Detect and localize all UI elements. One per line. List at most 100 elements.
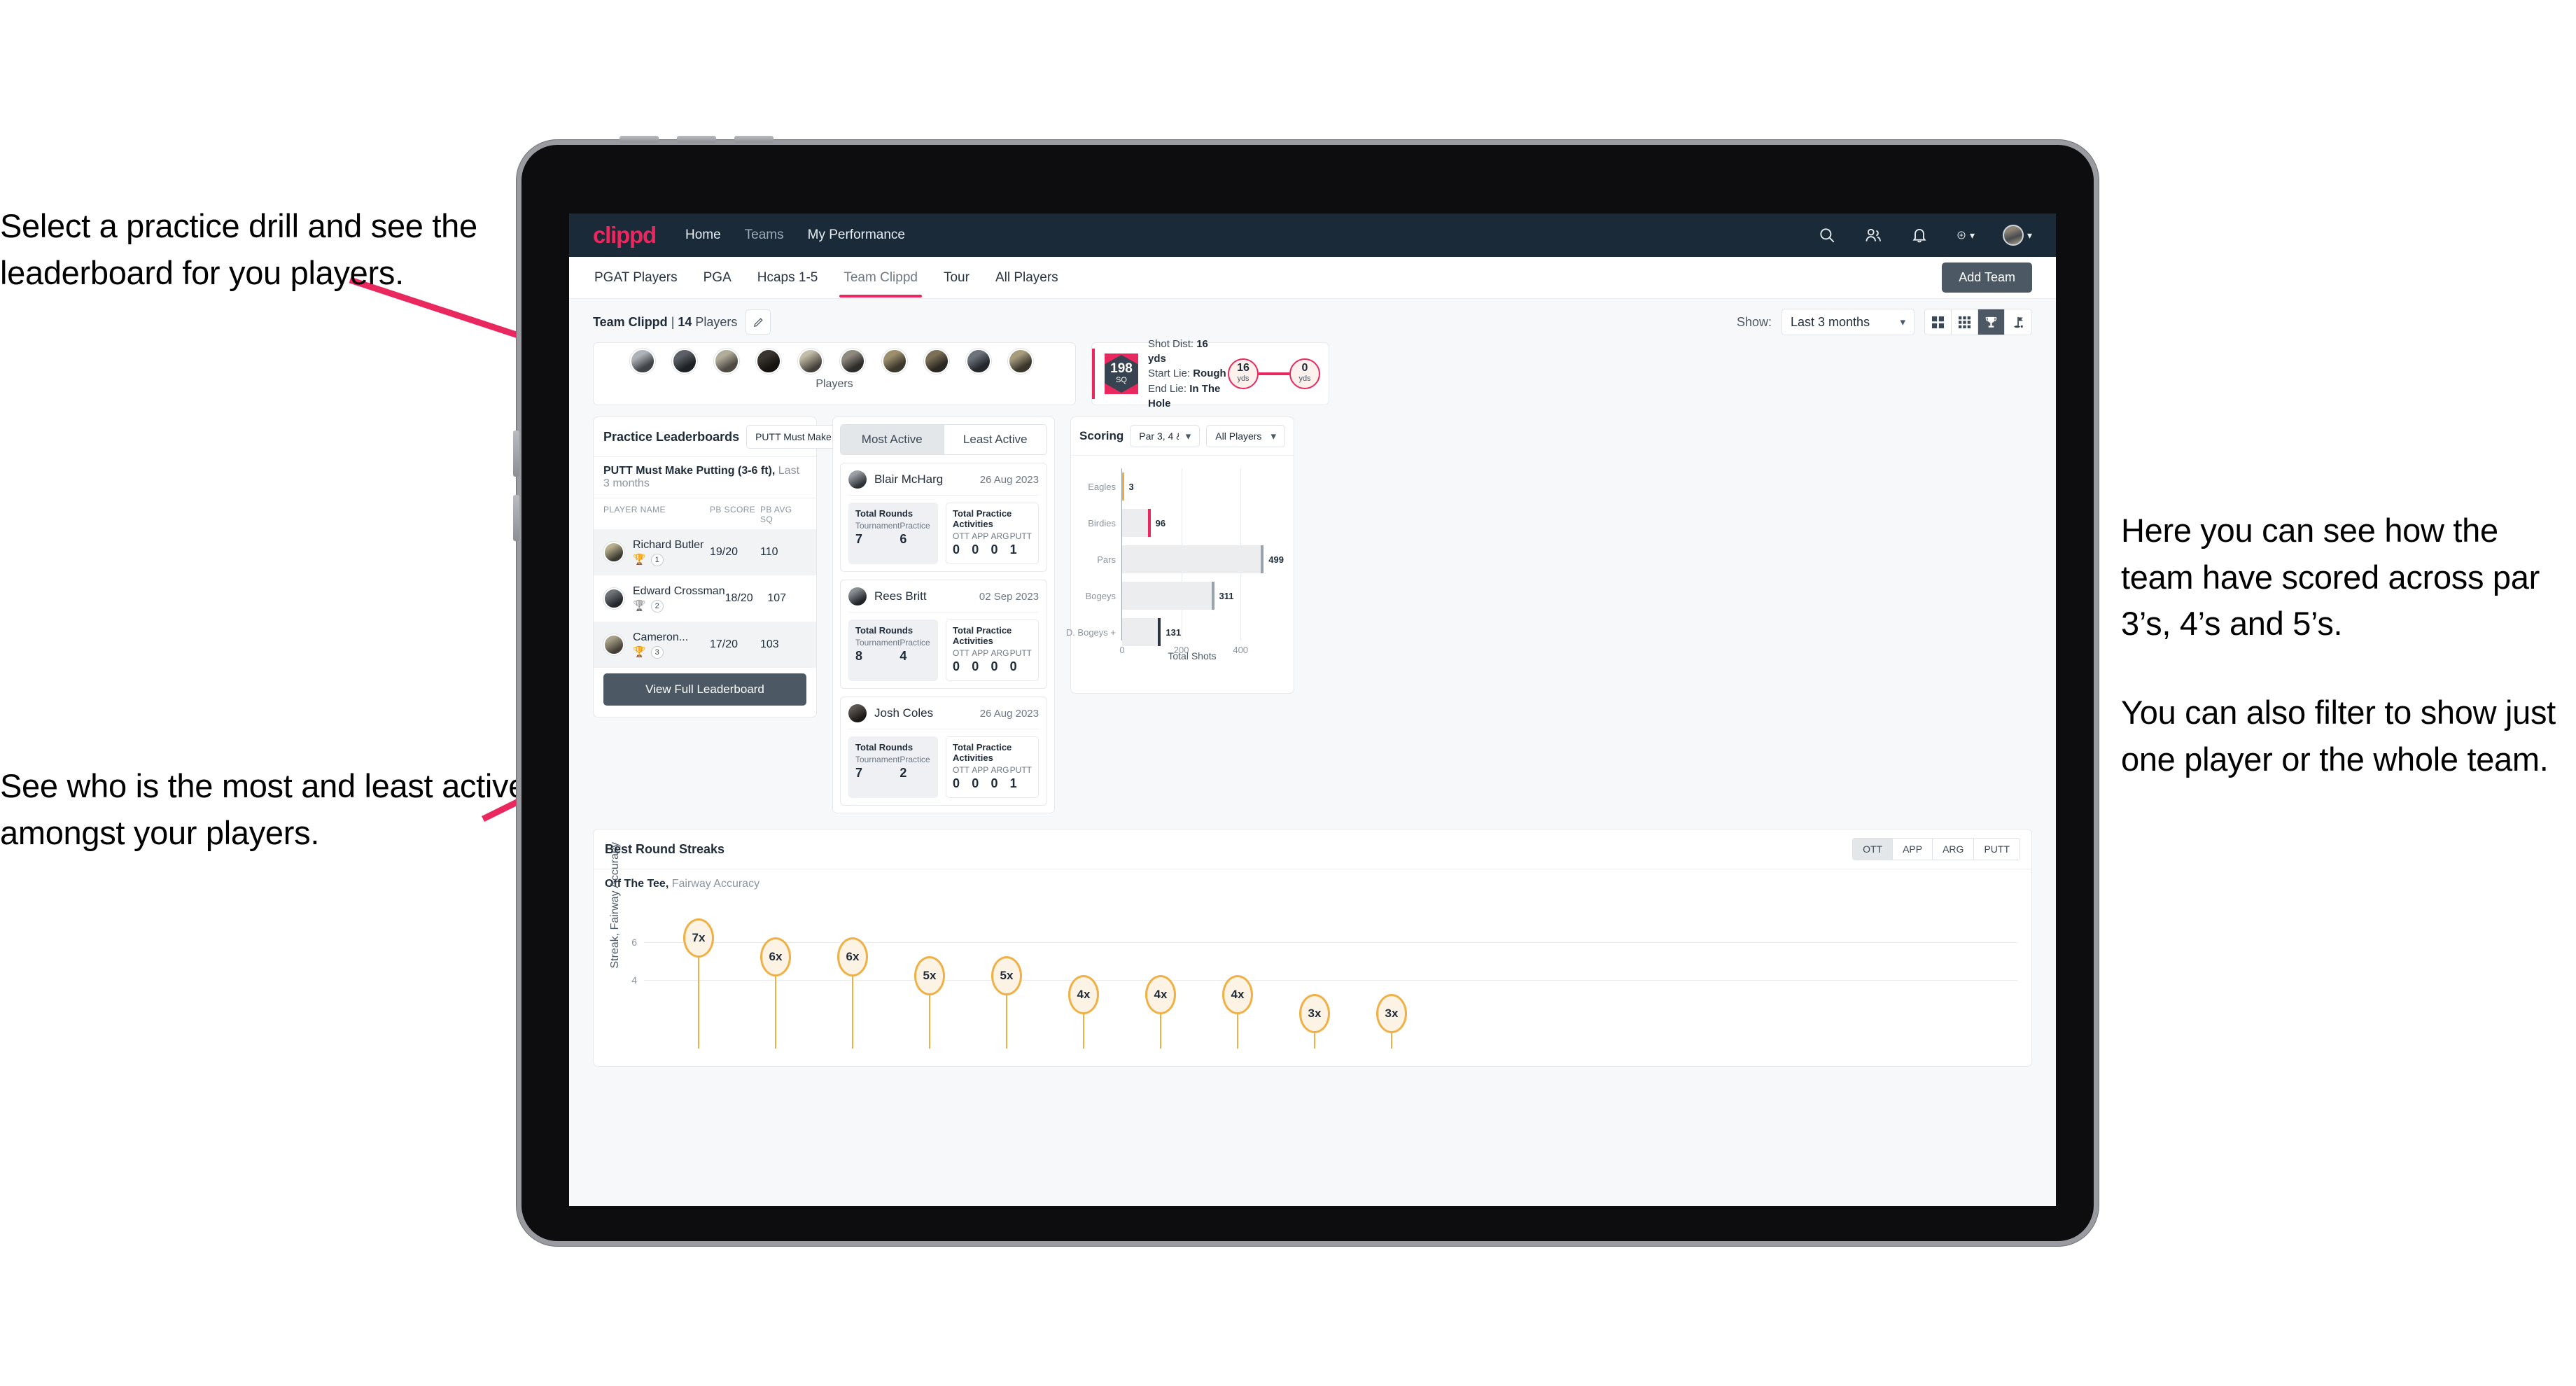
toggle-ott[interactable]: OTT (1853, 839, 1893, 860)
tab-pga[interactable]: PGA (702, 258, 733, 298)
leaderboard-pb-score: 19/20 (710, 546, 738, 558)
search-icon[interactable] (1818, 226, 1836, 244)
hexagon-badge: 198 SQ (1105, 355, 1138, 393)
avatar[interactable] (672, 349, 697, 374)
leaderboard-pb-avg-sq: 110 (760, 546, 778, 558)
avatar (603, 588, 624, 609)
avatar[interactable] (966, 349, 991, 374)
device-button-volume-up (513, 430, 519, 477)
scoring-plot-area: Eagles 3 Birdies 96 Pars 499 Bogeys 311 … (1066, 468, 1284, 655)
view-toggle-grid-large[interactable] (1925, 309, 1952, 335)
avatar-menu[interactable]: ▾ (2002, 225, 2032, 246)
avatar[interactable] (756, 349, 781, 374)
bar-cap (1261, 545, 1264, 573)
bar-value-bogeys: 311 (1219, 590, 1234, 601)
avatar[interactable] (630, 349, 655, 374)
avatar[interactable] (798, 349, 823, 374)
shot-quality-badge: 198 SQ (1105, 354, 1138, 394)
stat-value: 0 (972, 542, 979, 556)
stat-value: 0 (953, 659, 960, 673)
nav-link-teams[interactable]: Teams (745, 227, 784, 243)
sq-value: 198 (1110, 361, 1133, 377)
avatar[interactable] (924, 349, 949, 374)
par-select[interactable]: Par 3, 4 & 5s ▾ (1130, 425, 1200, 447)
bar-group-eagles: Eagles 3 (1088, 472, 1284, 500)
stat-ott: OTT 0 (953, 765, 972, 791)
view-toggle-trophy[interactable] (1978, 309, 2005, 335)
nav-link-home[interactable]: Home (685, 227, 721, 243)
leaderboard-rank-badge: 🏆 1 (633, 553, 710, 566)
start-distance-value: 16 (1237, 362, 1250, 374)
avatar[interactable] (1008, 349, 1033, 374)
stat-value: 0 (972, 659, 979, 673)
avatar (848, 470, 867, 489)
tab-tour[interactable]: Tour (942, 258, 971, 298)
stat-label: OTT (953, 531, 969, 541)
avatar[interactable] (882, 349, 907, 374)
device-button-top-2 (677, 136, 716, 143)
list-item[interactable]: Rees Britt 02 Sep 2023 Total Rounds Tour… (840, 580, 1047, 689)
total-practice-box: Total Practice Activities OTT 0 APP 0 ARG 0… (946, 503, 1039, 564)
bell-icon[interactable] (1910, 226, 1928, 244)
start-lie-value: Rough (1193, 368, 1226, 380)
avatar[interactable] (840, 349, 865, 374)
view-toggle-golf-flag[interactable] (2005, 309, 2031, 335)
stat-practice: Practice 6 (899, 521, 931, 547)
start-lie-line: Start Lie: Rough (1148, 366, 1228, 381)
plus-circle-icon[interactable]: ▾ (1956, 226, 1975, 244)
clippd-logo[interactable]: clippd (593, 222, 657, 248)
tab-hcaps-1-5[interactable]: Hcaps 1-5 (756, 258, 820, 298)
trophy-icon: 🏆 (633, 554, 646, 566)
table-row[interactable]: Cameron... 🏆 3 17/20 103 (594, 622, 816, 668)
activity-player-header: Blair McHarg 26 Aug 2023 (848, 470, 1039, 496)
shot-dist-label: Shot Dist: (1148, 337, 1197, 350)
nav-link-my-performance[interactable]: My Performance (808, 227, 905, 243)
team-player-count: 14 (678, 314, 692, 329)
leaderboard-player-name: Edward Crossman (633, 584, 725, 597)
add-team-button[interactable]: Add Team (1942, 262, 2032, 293)
rank-number: 3 (650, 645, 664, 659)
end-distance-unit: yds (1298, 374, 1311, 384)
toggle-app[interactable]: APP (1893, 839, 1933, 860)
people-icon[interactable] (1864, 226, 1882, 244)
view-toggle-grid-small[interactable] (1952, 309, 1978, 335)
stat-value: 0 (990, 659, 998, 673)
table-row[interactable]: Edward Crossman 🏆 2 18/20 107 (594, 575, 816, 622)
chevron-down-icon: ▾ (2026, 229, 2032, 241)
streaks-title: Best Round Streaks (605, 841, 725, 856)
list-item[interactable]: Blair McHarg 26 Aug 2023 Total Rounds To… (840, 463, 1047, 572)
column-header-pb-score: PB SCORE (710, 505, 756, 514)
tab-most-active[interactable]: Most Active (841, 425, 944, 454)
app-navbar: clippd Home Teams My Performance ▾ ▾ (569, 214, 2056, 257)
bar-pars (1122, 545, 1264, 573)
leaderboard-player-name: Cameron... (633, 631, 689, 643)
annotation-top-left: Select a practice drill and see the lead… (0, 207, 477, 291)
activity-player-body: Total Rounds Tournament 8 Practice 4 Total… (848, 620, 1039, 681)
data-point-label: 4x (1068, 975, 1099, 1014)
toggle-arg[interactable]: ARG (1933, 839, 1975, 860)
stat-tournament: Tournament 7 (855, 755, 899, 780)
stat-value: 2 (899, 766, 907, 780)
column-header-player-name: PLAYER NAME (603, 505, 666, 514)
leaderboard-subtitle: PUTT Must Make Putting (3-6 ft), Last 3 … (594, 457, 816, 498)
toggle-putt[interactable]: PUTT (1974, 839, 2019, 860)
activity-player-header: Josh Coles 26 Aug 2023 (848, 704, 1039, 729)
player-filter-select[interactable]: All Players ▾ (1206, 425, 1285, 447)
view-full-leaderboard-button[interactable]: View Full Leaderboard (603, 673, 806, 706)
avatar[interactable] (714, 349, 739, 374)
date-range-select[interactable]: Last 3 months ▾ (1782, 309, 1914, 335)
distance-pair: 16 yds 0 yds (1228, 358, 1320, 389)
table-row[interactable]: Richard Butler 🏆 1 19/20 110 (594, 529, 816, 575)
tab-all-players[interactable]: All Players (994, 258, 1060, 298)
avatar (848, 587, 867, 606)
edit-team-button[interactable] (746, 309, 771, 335)
list-item[interactable]: Josh Coles 26 Aug 2023 Total Rounds Tour… (840, 696, 1047, 806)
sq-unit: SQ (1116, 376, 1127, 385)
tab-least-active[interactable]: Least Active (943, 425, 1046, 454)
stat-putt: PUTT 1 (1010, 531, 1032, 557)
activity-player-name: Josh Coles (874, 706, 934, 720)
tab-team-clippd[interactable]: Team Clippd (839, 258, 922, 298)
leaderboard-pb-score: 17/20 (710, 638, 738, 650)
tab-pgat-players[interactable]: PGAT Players (593, 258, 679, 298)
streaks-header: Best Round Streaks OTT APP ARG PUTT (594, 830, 2031, 869)
